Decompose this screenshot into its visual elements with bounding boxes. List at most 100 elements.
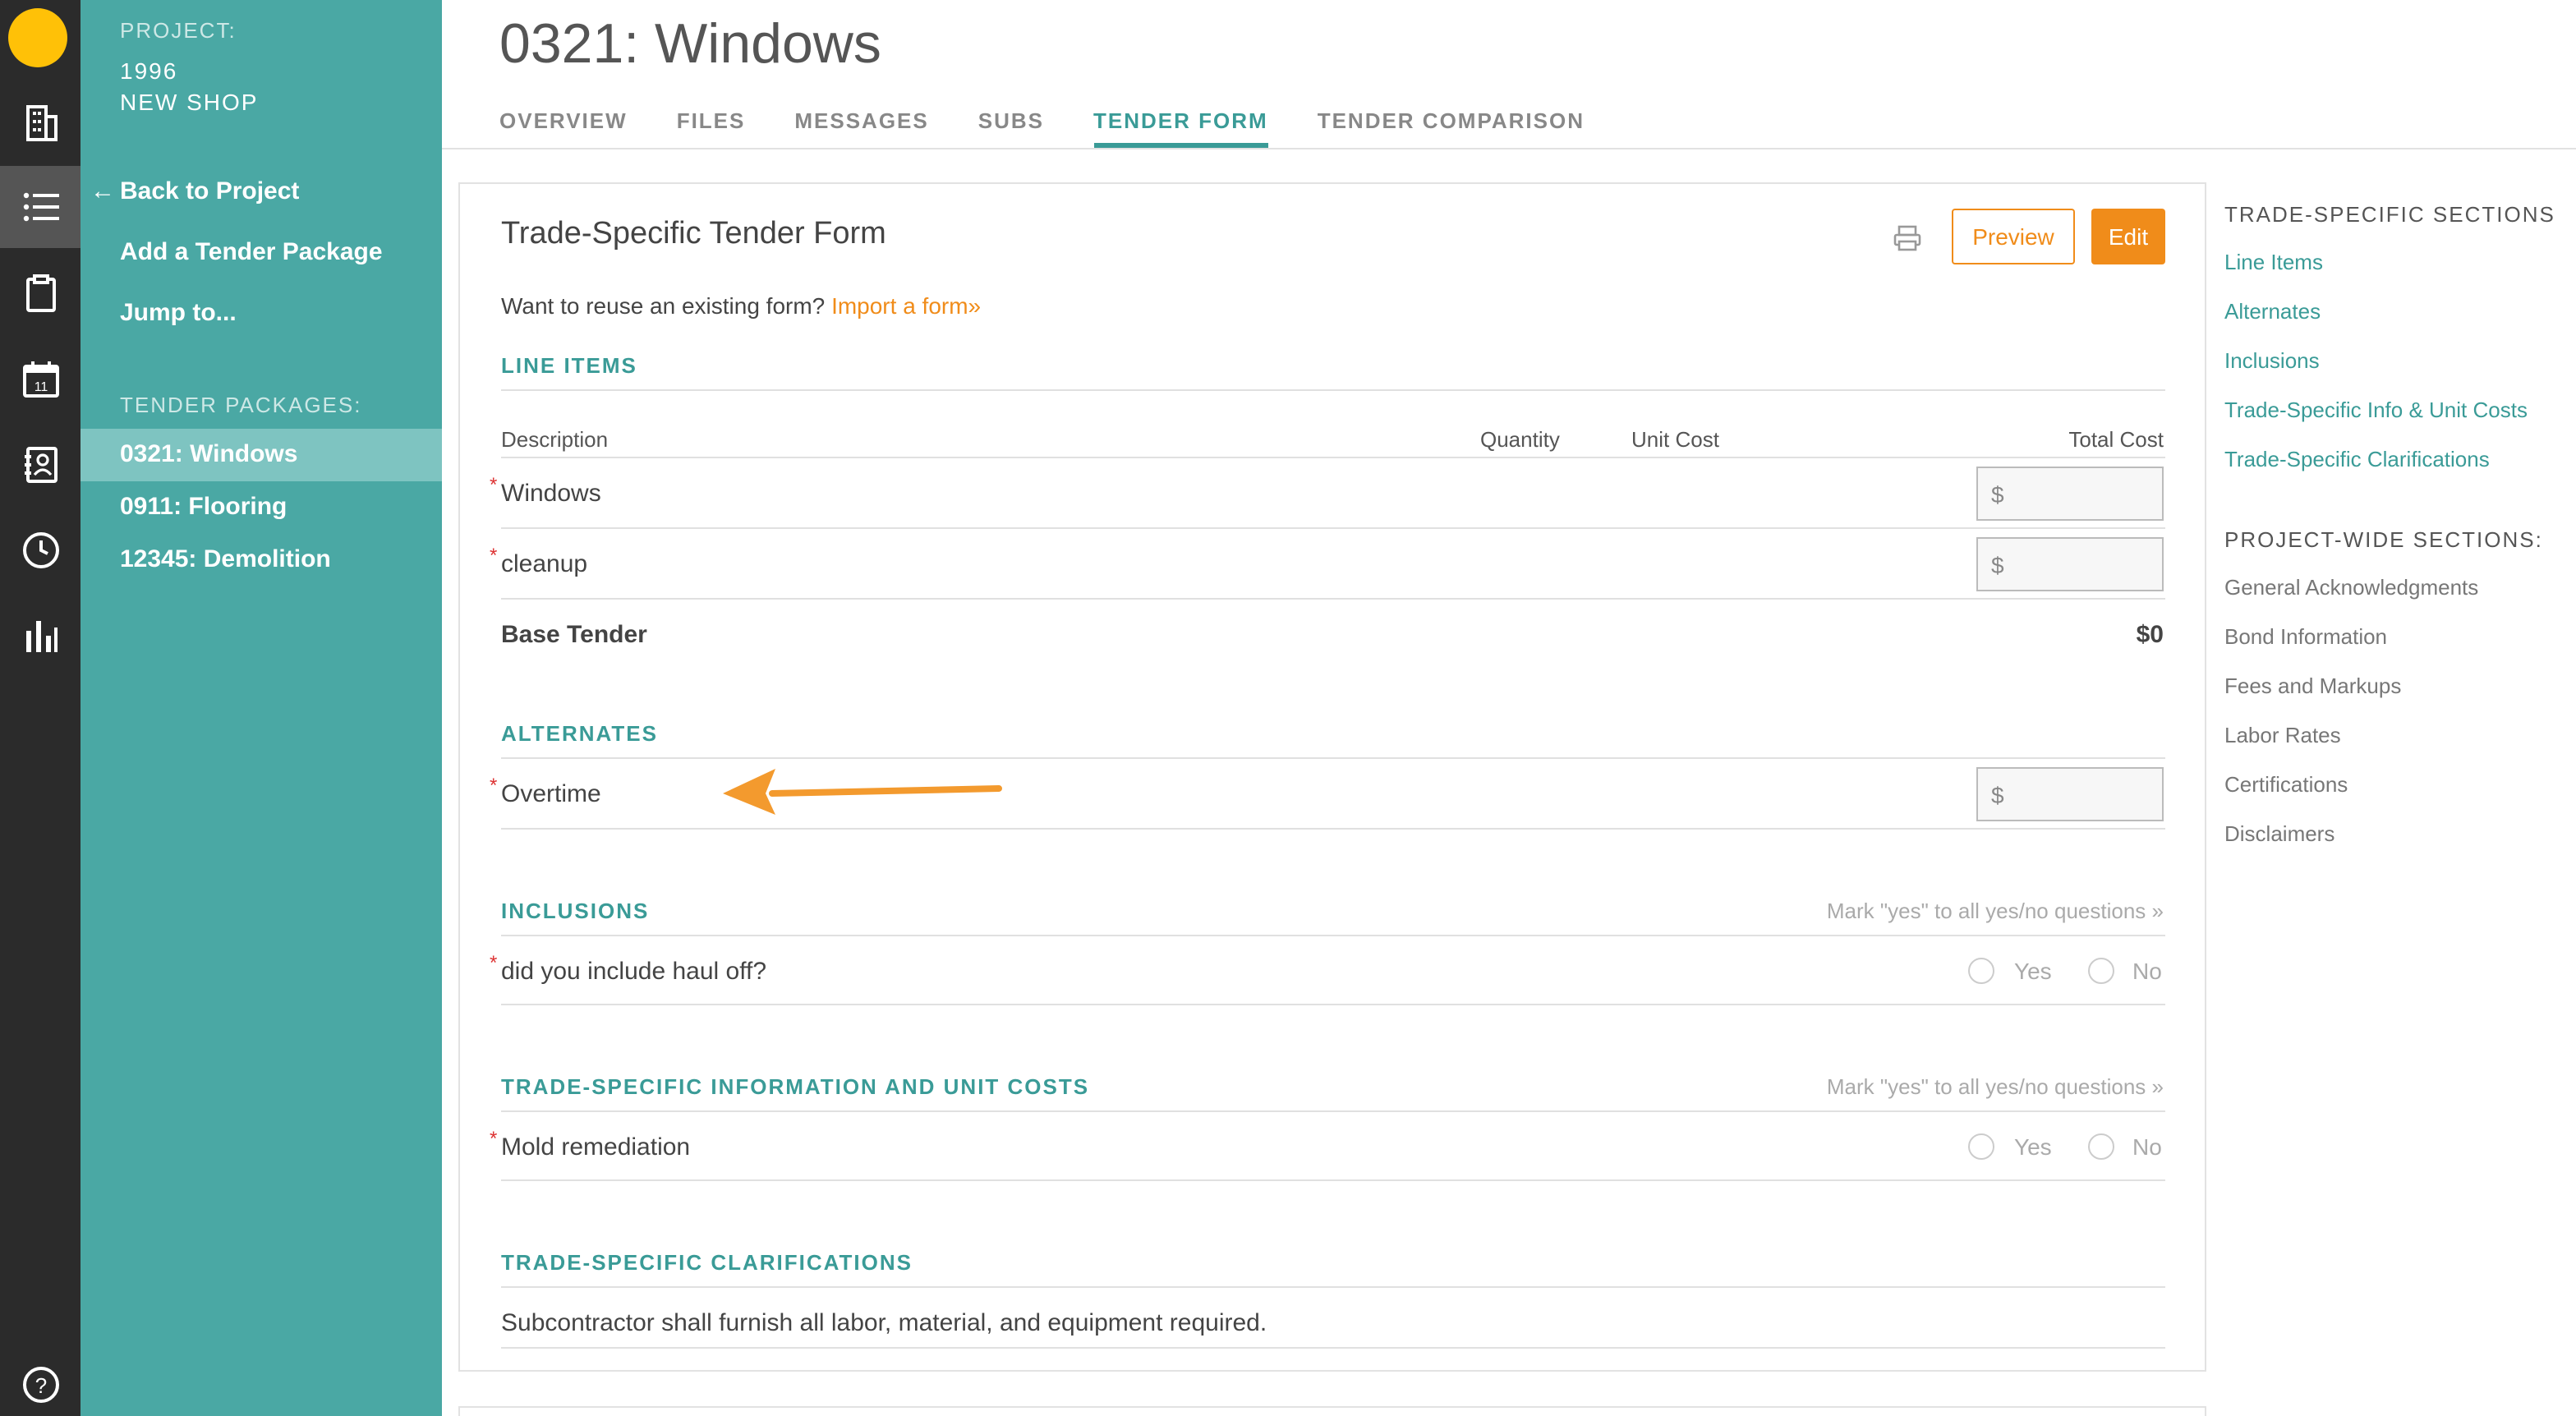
package-item-flooring[interactable]: 0911: Flooring [80, 481, 442, 534]
help-icon[interactable]: ? [0, 1344, 80, 1416]
trade-info-row: * Mold remediation [490, 1127, 691, 1161]
nav-alternates[interactable]: Alternates [2224, 299, 2321, 324]
alternate-row: * Overtime [490, 774, 601, 808]
back-to-project-link[interactable]: ← Back to Project [90, 177, 300, 205]
nav-disclaimers[interactable]: Disclaimers [2224, 821, 2334, 846]
nav-line-items[interactable]: Line Items [2224, 250, 2323, 274]
preview-button[interactable]: Preview [1952, 209, 2075, 264]
required-marker: * [490, 951, 498, 974]
tab-tender-comparison[interactable]: TENDER COMPARISON [1318, 108, 1585, 148]
clarifications-divider [501, 1286, 2165, 1288]
nav-certifications[interactable]: Certifications [2224, 772, 2348, 797]
back-to-project-label: Back to Project [120, 177, 300, 205]
line-item-row: * cleanup [490, 544, 588, 578]
inclusion-question: did you include haul off? [501, 958, 767, 986]
line-items-heading: LINE ITEMS [501, 353, 637, 378]
no-radio[interactable] [2088, 958, 2114, 984]
inclusions-divider [501, 935, 2165, 936]
line-item-row: * Windows [490, 473, 601, 508]
add-tender-package-link[interactable]: Add a Tender Package [120, 238, 383, 266]
col-quantity: Quantity [1480, 427, 1560, 452]
trade-info-divider [501, 1110, 2165, 1112]
trade-info-heading: TRADE-SPECIFIC INFORMATION AND UNIT COST… [501, 1074, 1090, 1099]
required-marker: * [490, 774, 498, 797]
company-logo[interactable] [8, 8, 67, 67]
list-icon[interactable] [0, 166, 80, 248]
total-cost-input[interactable]: $ [1976, 537, 2164, 591]
address-book-icon[interactable] [0, 424, 80, 506]
required-marker: * [490, 473, 498, 496]
clarifications-heading: TRADE-SPECIFIC CLARIFICATIONS [501, 1250, 913, 1275]
mark-all-yes-link[interactable]: Mark "yes" to all yes/no questions » [1827, 1074, 2164, 1099]
clipboard-icon[interactable] [0, 253, 80, 335]
no-label: No [2132, 1133, 2162, 1160]
alternate-label: Overtime [501, 780, 601, 808]
project-title: NEW SHOP [120, 89, 259, 115]
required-marker: * [490, 544, 498, 567]
package-item-demolition[interactable]: 12345: Demolition [80, 534, 442, 586]
building-icon[interactable] [0, 82, 80, 164]
header-divider [442, 148, 2576, 149]
nav-trade-info[interactable]: Trade-Specific Info & Unit Costs [2224, 398, 2528, 422]
page-title: 0321: Windows [499, 13, 881, 76]
project-number: 1996 [120, 57, 178, 84]
col-total-cost: Total Cost [2068, 427, 2164, 452]
print-icon[interactable] [1893, 223, 1922, 253]
alternates-divider [501, 757, 2165, 759]
row-divider [501, 527, 2165, 529]
clarification-text: Subcontractor shall furnish all labor, m… [501, 1309, 1267, 1337]
orange-arrow-annotation [723, 769, 1002, 815]
edit-button[interactable]: Edit [2091, 209, 2165, 264]
calendar-icon[interactable]: 11 [0, 338, 80, 421]
reuse-form-prompt: Want to reuse an existing form? Import a… [501, 292, 981, 319]
nav-trade-clarifications[interactable]: Trade-Specific Clarifications [2224, 447, 2490, 471]
yes-radio[interactable] [1968, 1133, 1994, 1160]
total-cost-input[interactable]: $ [1976, 467, 2164, 521]
tab-tender-form[interactable]: TENDER FORM [1093, 108, 1268, 148]
trade-info-question: Mold remediation [501, 1133, 691, 1161]
alternate-cost-input[interactable]: $ [1976, 767, 2164, 821]
bar-chart-icon[interactable] [0, 595, 80, 677]
form-title: Trade-Specific Tender Form [501, 217, 886, 251]
nav-bond-information[interactable]: Bond Information [2224, 624, 2387, 649]
line-items-divider [501, 389, 2165, 391]
line-item-label: cleanup [501, 550, 588, 578]
tab-bar: OVERVIEW FILES MESSAGES SUBS TENDER FORM… [499, 108, 1634, 148]
tender-packages-label: TENDER PACKAGES: [120, 393, 362, 417]
line-item-label: Windows [501, 480, 601, 508]
import-form-link[interactable]: Import a form» [831, 292, 981, 319]
table-header-divider [501, 457, 2165, 458]
next-card-edge [458, 1406, 2206, 1416]
no-radio[interactable] [2088, 1133, 2114, 1160]
tab-messages[interactable]: MESSAGES [794, 108, 928, 148]
required-marker: * [490, 1127, 498, 1150]
col-description: Description [501, 427, 609, 452]
project-sections-heading: PROJECT-WIDE SECTIONS: [2224, 527, 2543, 552]
row-divider [501, 1004, 2165, 1005]
project-label: PROJECT: [120, 18, 237, 43]
tab-files[interactable]: FILES [677, 108, 746, 148]
clock-icon[interactable] [0, 509, 80, 591]
jump-to-link[interactable]: Jump to... [120, 299, 237, 327]
tab-overview[interactable]: OVERVIEW [499, 108, 628, 148]
yes-label: Yes [2014, 1133, 2052, 1160]
nav-labor-rates[interactable]: Labor Rates [2224, 723, 2341, 747]
back-arrow-icon: ← [90, 177, 115, 205]
package-item-windows[interactable]: 0321: Windows [80, 429, 442, 481]
tender-form-card: Trade-Specific Tender Form Preview Edit … [458, 182, 2206, 1372]
trade-sections-heading: TRADE-SPECIFIC SECTIONS [2224, 202, 2555, 227]
tab-subs[interactable]: SUBS [978, 108, 1044, 148]
yes-radio[interactable] [1968, 958, 1994, 984]
nav-general-acknowledgments[interactable]: General Acknowledgments [2224, 575, 2478, 600]
mark-all-yes-link[interactable]: Mark "yes" to all yes/no questions » [1827, 899, 2164, 923]
app-rail: 11 ? [0, 0, 80, 1416]
project-sidebar: PROJECT: 1996 NEW SHOP ← Back to Project… [80, 0, 442, 1416]
row-divider [501, 598, 2165, 600]
row-divider [501, 1179, 2165, 1181]
base-tender-value: $0 [2136, 621, 2164, 649]
base-tender-label: Base Tender [501, 621, 647, 649]
col-unit-cost: Unit Cost [1631, 427, 1719, 452]
nav-fees-markups[interactable]: Fees and Markups [2224, 674, 2401, 698]
inclusion-row: * did you include haul off? [490, 951, 767, 986]
nav-inclusions[interactable]: Inclusions [2224, 348, 2320, 373]
